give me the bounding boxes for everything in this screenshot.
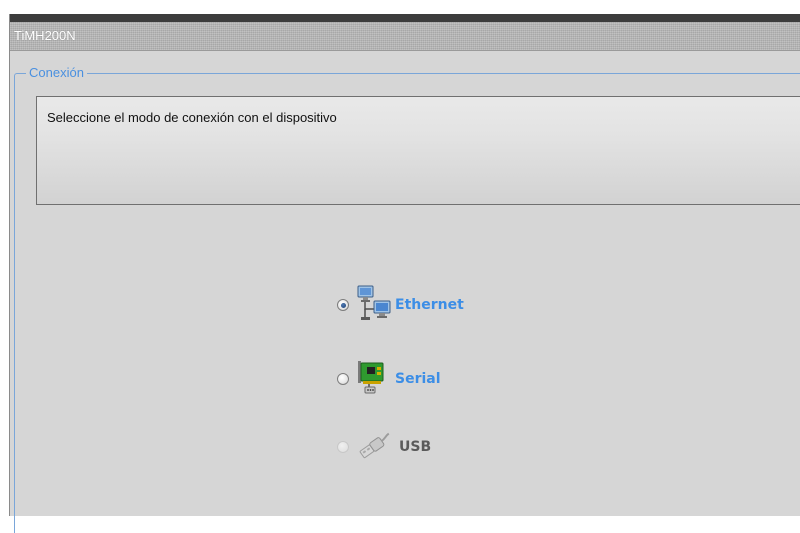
window-title: TiMH200N <box>14 28 76 43</box>
serial-radio[interactable] <box>337 373 349 385</box>
description-panel: Seleccione el modo de conexión con el di… <box>36 96 800 205</box>
description-text: Seleccione el modo de conexión con el di… <box>47 110 337 125</box>
network-computers-icon <box>357 285 391 325</box>
serial-label[interactable]: Serial <box>395 371 441 387</box>
usb-label: USB <box>399 439 432 455</box>
window-top-border <box>10 14 800 22</box>
usb-cable-icon <box>357 430 395 464</box>
option-usb: USB <box>337 430 431 464</box>
connection-window: TiMH200N Conexión Seleccione el modo de … <box>9 14 800 533</box>
usb-radio <box>337 441 349 453</box>
option-serial[interactable]: Serial <box>337 359 441 399</box>
title-bar[interactable]: TiMH200N <box>10 22 800 51</box>
ethernet-label[interactable]: Ethernet <box>395 297 464 313</box>
ethernet-radio[interactable] <box>337 299 349 311</box>
option-ethernet[interactable]: Ethernet <box>337 285 464 325</box>
serial-card-icon <box>357 359 391 399</box>
group-legend: Conexión <box>26 65 87 80</box>
